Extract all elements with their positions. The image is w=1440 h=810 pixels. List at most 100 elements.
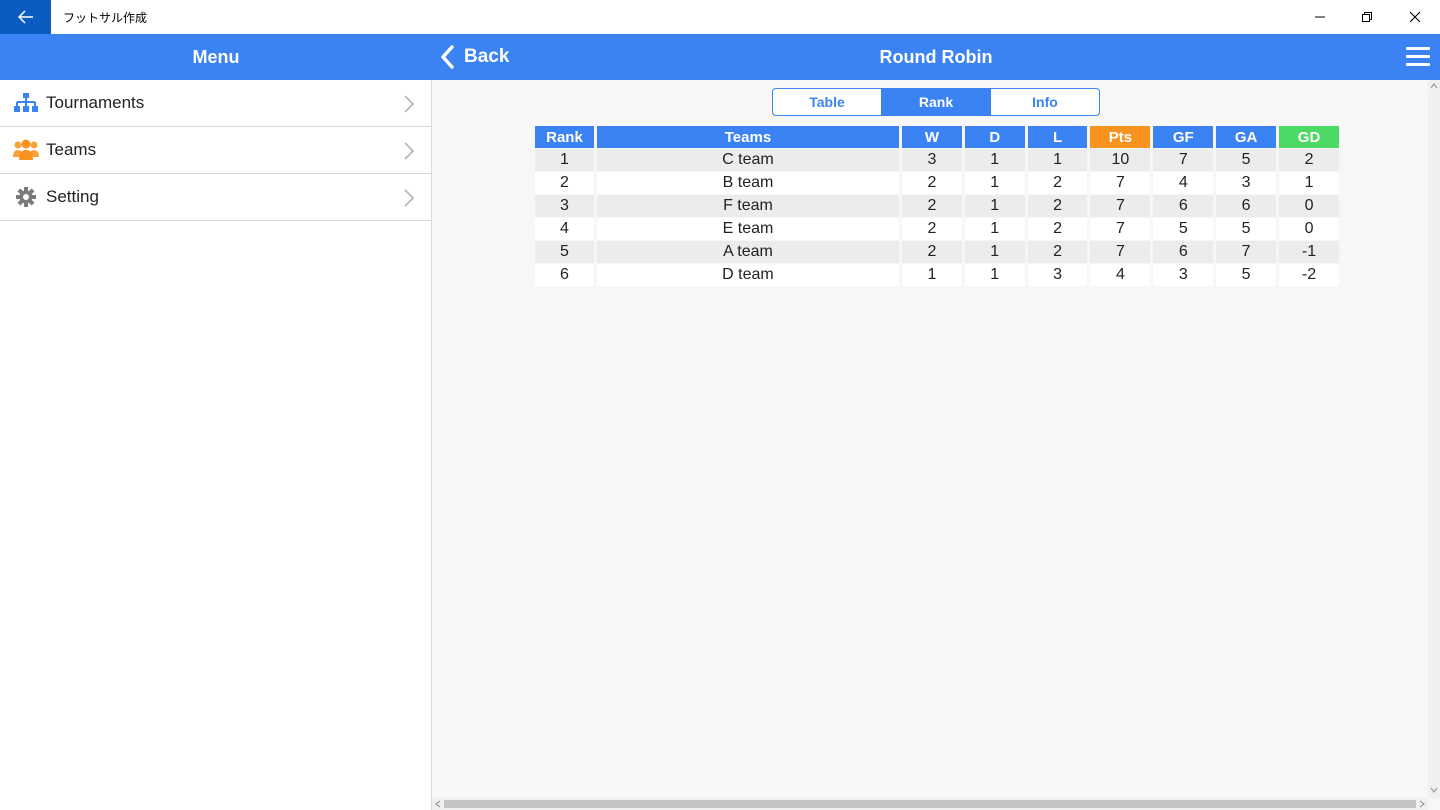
- cell-w: 2: [902, 218, 962, 240]
- cell-gd: 2: [1279, 149, 1339, 171]
- chevron-right-icon: [404, 95, 415, 113]
- close-button[interactable]: [1392, 0, 1438, 34]
- minimize-button[interactable]: [1297, 0, 1343, 34]
- table-row[interactable]: 5A team 2 1 2 7 6 7 -1: [535, 241, 1339, 263]
- cell-gf: 7: [1153, 149, 1214, 171]
- cell-l: 2: [1027, 241, 1088, 263]
- window-back-button[interactable]: [0, 0, 51, 34]
- cell-d: 1: [964, 264, 1025, 286]
- segmented-tabs: Table Rank Info: [772, 88, 1100, 116]
- cell-ga: 5: [1216, 264, 1277, 286]
- tab-rank[interactable]: Rank: [881, 89, 990, 115]
- tab-info[interactable]: Info: [990, 89, 1099, 115]
- table-row[interactable]: 3F team 2 1 2 7 6 6 0: [535, 195, 1339, 217]
- table-row[interactable]: 4E team 2 1 2 7 5 5 0: [535, 218, 1339, 240]
- column-header-teams[interactable]: Teams: [596, 126, 900, 148]
- cell-team: B team: [596, 172, 900, 194]
- column-header-d[interactable]: D: [964, 126, 1025, 148]
- cell-pts: 7: [1090, 172, 1151, 194]
- horizontal-scrollbar[interactable]: [432, 798, 1428, 810]
- restore-icon: [1362, 12, 1372, 22]
- cell-ga: 7: [1216, 241, 1277, 263]
- tab-table[interactable]: Table: [773, 89, 881, 115]
- gear-icon: [16, 187, 36, 207]
- window-title: フットサル作成: [63, 11, 148, 25]
- cell-ga: 5: [1216, 218, 1277, 240]
- cell-team: A team: [596, 241, 900, 263]
- cell-pts: 7: [1090, 218, 1151, 240]
- table-header-row: Rank Teams W D L Pts GF GA GD: [535, 126, 1339, 148]
- cell-gd: 0: [1279, 195, 1339, 217]
- rank-table: Rank Teams W D L Pts GF GA GD 1C team 3 1 1…: [532, 125, 1342, 287]
- restore-button[interactable]: [1344, 0, 1390, 34]
- cell-ga: 6: [1216, 195, 1277, 217]
- cell-rank: 2: [535, 172, 594, 194]
- cell-team: D team: [596, 264, 900, 286]
- cell-l: 2: [1027, 195, 1088, 217]
- column-header-l[interactable]: L: [1027, 126, 1088, 148]
- scrollbar-thumb[interactable]: [444, 800, 1416, 808]
- cell-gf: 6: [1153, 241, 1214, 263]
- chevron-left-icon: [441, 45, 454, 69]
- cell-l: 2: [1027, 218, 1088, 240]
- cell-d: 1: [964, 172, 1025, 194]
- cell-w: 2: [902, 241, 962, 263]
- scroll-right-icon[interactable]: [1418, 800, 1426, 808]
- sidebar-item-teams[interactable]: Teams: [0, 127, 431, 174]
- sidebar-item-setting[interactable]: Setting: [0, 174, 431, 221]
- cell-w: 3: [902, 149, 962, 171]
- column-header-gd[interactable]: GD: [1279, 126, 1339, 148]
- close-icon: [1409, 11, 1421, 23]
- cell-l: 2: [1027, 172, 1088, 194]
- minimize-icon: [1315, 16, 1325, 18]
- cell-pts: 4: [1090, 264, 1151, 286]
- column-header-w[interactable]: W: [902, 126, 962, 148]
- cell-team: E team: [596, 218, 900, 240]
- cell-l: 3: [1027, 264, 1088, 286]
- app-header: Menu Round Robin Back: [0, 34, 1440, 80]
- column-header-ga[interactable]: GA: [1216, 126, 1277, 148]
- cell-ga: 3: [1216, 172, 1277, 194]
- menu-title: Menu: [192, 47, 240, 67]
- cell-rank: 5: [535, 241, 594, 263]
- back-label: Back: [464, 46, 510, 67]
- sidebar-item-label: Setting: [46, 187, 99, 206]
- table-row[interactable]: 2B team 2 1 2 7 4 3 1: [535, 172, 1339, 194]
- cell-gd: -1: [1279, 241, 1339, 263]
- cell-w: 2: [902, 172, 962, 194]
- people-icon: [13, 139, 39, 160]
- column-header-rank[interactable]: Rank: [535, 126, 594, 148]
- cell-rank: 4: [535, 218, 594, 240]
- cell-d: 1: [964, 241, 1025, 263]
- cell-team: C team: [596, 149, 900, 171]
- scroll-up-icon[interactable]: [1430, 82, 1438, 90]
- scroll-left-icon[interactable]: [434, 800, 442, 808]
- cell-gf: 3: [1153, 264, 1214, 286]
- page-title: Round Robin: [879, 47, 993, 67]
- sidebar-item-label: Teams: [46, 140, 97, 159]
- cell-rank: 6: [535, 264, 594, 286]
- cell-pts: 7: [1090, 195, 1151, 217]
- cell-gd: 0: [1279, 218, 1339, 240]
- hamburger-menu-icon[interactable]: [1406, 47, 1430, 67]
- table-row[interactable]: 6D team 1 1 3 4 3 5 -2: [535, 264, 1339, 286]
- cell-gf: 6: [1153, 195, 1214, 217]
- cell-gf: 5: [1153, 218, 1214, 240]
- cell-d: 1: [964, 195, 1025, 217]
- column-header-gf[interactable]: GF: [1153, 126, 1214, 148]
- cell-rank: 3: [535, 195, 594, 217]
- sidebar-item-label: Tournaments: [46, 93, 145, 112]
- column-header-pts[interactable]: Pts: [1090, 126, 1151, 148]
- chevron-right-icon: [404, 189, 415, 207]
- vertical-scrollbar[interactable]: [1428, 80, 1440, 798]
- table-row[interactable]: 1C team 3 1 1 10 7 5 2: [535, 149, 1339, 171]
- cell-d: 1: [964, 218, 1025, 240]
- sidebar-item-tournaments[interactable]: Tournaments: [0, 80, 431, 127]
- cell-gd: 1: [1279, 172, 1339, 194]
- arrow-left-icon: [17, 10, 33, 24]
- back-button[interactable]: Back: [440, 34, 509, 80]
- scroll-down-icon[interactable]: [1430, 786, 1438, 794]
- cell-w: 2: [902, 195, 962, 217]
- cell-team: F team: [596, 195, 900, 217]
- cell-pts: 10: [1090, 149, 1151, 171]
